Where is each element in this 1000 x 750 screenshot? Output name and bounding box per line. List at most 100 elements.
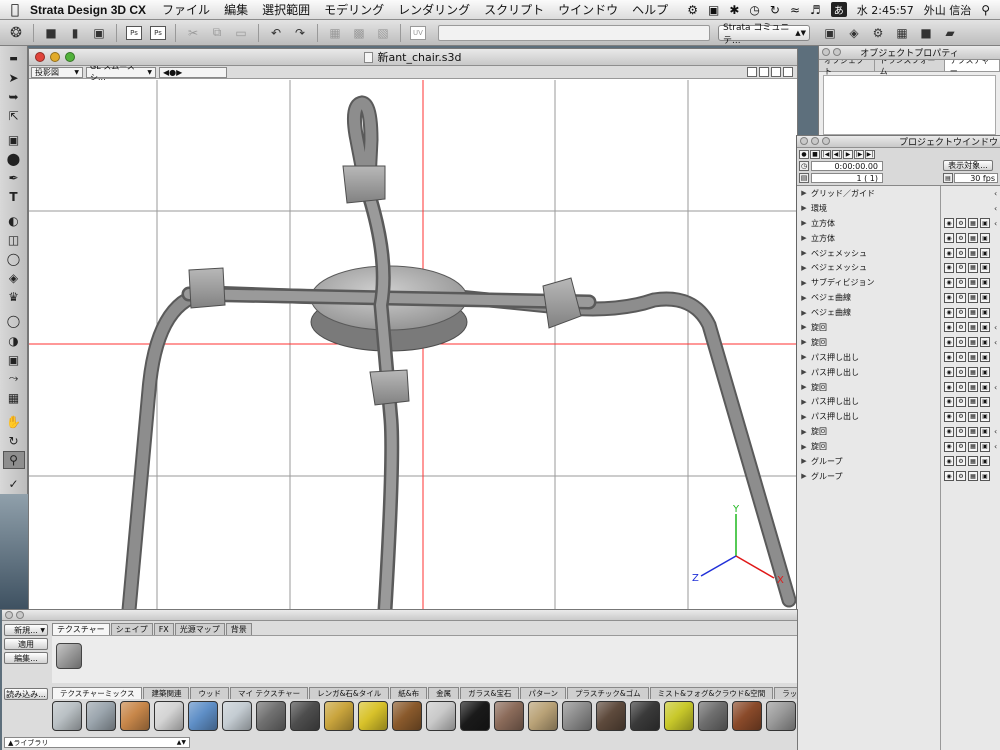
path-tool-icon[interactable]: ⤳: [3, 370, 25, 388]
texture-icon[interactable]: ▦: [968, 367, 978, 378]
lock-icon[interactable]: ⚙: [956, 322, 966, 333]
shading-icon[interactable]: ▣: [980, 396, 990, 407]
palette-icon[interactable]: ▦: [893, 24, 911, 42]
toolbar-search-field[interactable]: [438, 24, 710, 41]
resource-palette-titlebar[interactable]: [2, 610, 797, 621]
render-settings-icon[interactable]: ▣: [821, 24, 839, 42]
lock-icon[interactable]: ⚙: [956, 337, 966, 348]
shading-icon[interactable]: ▣: [980, 382, 990, 393]
tab-texture[interactable]: テクスチャー: [52, 623, 110, 635]
library-tab[interactable]: 紙&布: [390, 687, 428, 699]
disclosure-triangle-icon[interactable]: ▶: [797, 249, 811, 257]
shading-icon[interactable]: ▣: [980, 218, 990, 229]
texture-swatch[interactable]: [86, 701, 116, 731]
community-dropdown[interactable]: Strata コミュニテ... ▲▼: [718, 23, 810, 46]
ungroup-icon[interactable]: ▩: [350, 24, 368, 42]
chevron-left-icon[interactable]: ‹: [994, 427, 997, 436]
chevron-left-icon[interactable]: ‹: [994, 383, 997, 392]
visibility-icon[interactable]: ◉: [944, 456, 954, 467]
project-list-item[interactable]: ▶ グリッド／ガイド ‹: [797, 186, 1000, 201]
lock-icon[interactable]: ⚙: [956, 396, 966, 407]
shading-icon[interactable]: ▣: [980, 248, 990, 258]
document-titlebar[interactable]: 新ant_chair.s3d: [29, 49, 797, 66]
photoshop-export-icon[interactable]: Ps: [125, 24, 143, 42]
project-list-item[interactable]: ▶ パス押し出し ◉ ⚙ ▦ ▣: [797, 409, 1000, 424]
disclosure-triangle-icon[interactable]: ▶: [797, 443, 811, 451]
visibility-icon[interactable]: ◉: [944, 396, 954, 407]
apply-resource-button[interactable]: 適用: [4, 638, 48, 650]
project-list-item[interactable]: ▶ グループ ◉ ⚙ ▦ ▣: [797, 469, 1000, 484]
disclosure-triangle-icon[interactable]: ▶: [797, 279, 811, 287]
revolve-tool-icon[interactable]: ◯: [3, 250, 25, 268]
redo-icon[interactable]: ↷: [291, 24, 309, 42]
visibility-icon[interactable]: ◉: [944, 277, 954, 288]
lock-icon[interactable]: ⚙: [956, 471, 966, 482]
texture-icon[interactable]: ▦: [968, 322, 978, 333]
texture-swatch[interactable]: [494, 701, 524, 731]
texture-icon[interactable]: ▦: [968, 337, 978, 348]
texture-swatch[interactable]: [188, 701, 218, 731]
visibility-icon[interactable]: ◉: [944, 292, 954, 303]
shading-icon[interactable]: ▣: [980, 471, 990, 482]
lock-icon[interactable]: ⚙: [956, 426, 966, 437]
disclosure-triangle-icon[interactable]: ▶: [797, 264, 811, 272]
shading-icon[interactable]: ▣: [980, 337, 990, 348]
apple-menu-icon[interactable]: : [0, 2, 30, 18]
open-folder-icon[interactable]: ▮: [66, 24, 84, 42]
export-icon[interactable]: ■: [917, 24, 935, 42]
step-forward-icon[interactable]: |▶: [854, 150, 864, 159]
search-icon[interactable]: ⚲: [981, 3, 990, 17]
tab-transform[interactable]: トランスフォーム: [875, 56, 945, 76]
single-view-icon[interactable]: [759, 67, 769, 77]
texture-swatch[interactable]: [154, 701, 184, 731]
group-icon[interactable]: ▦: [326, 24, 344, 42]
close-button[interactable]: [5, 611, 13, 619]
texture-icon[interactable]: ▦: [968, 411, 978, 422]
display-target-button[interactable]: 表示対象...: [943, 160, 993, 171]
lock-icon[interactable]: ⚙: [956, 277, 966, 288]
visibility-icon[interactable]: ◉: [944, 382, 954, 393]
modeling-viewport[interactable]: Y X Z: [29, 80, 797, 610]
project-list-item[interactable]: ▶ 旋回 ◉ ⚙ ▦ ▣ ‹: [797, 439, 1000, 454]
sync-icon[interactable]: ↻: [770, 3, 780, 17]
step-back-icon[interactable]: ◀|: [832, 150, 842, 159]
new-resource-button[interactable]: 新規... ▼: [4, 624, 48, 636]
lock-icon[interactable]: ⚙: [956, 218, 966, 229]
tab-object[interactable]: オブジェクト: [819, 56, 875, 76]
frame-field[interactable]: 1 ( 1): [811, 173, 883, 183]
project-list-item[interactable]: ▶ グループ ◉ ⚙ ▦ ▣: [797, 454, 1000, 469]
go-start-icon[interactable]: |◀: [821, 150, 831, 159]
shading-icon[interactable]: ▣: [980, 441, 990, 452]
library-tab[interactable]: 建築関連: [143, 687, 190, 699]
library-tab[interactable]: プラスチック&ゴム: [566, 687, 649, 699]
disclosure-triangle-icon[interactable]: ▶: [797, 413, 811, 421]
menu-window[interactable]: ウインドウ: [558, 1, 618, 18]
chevron-left-icon[interactable]: ‹: [994, 323, 997, 332]
view-mode-select[interactable]: 投影図 ▼: [31, 66, 83, 78]
visibility-icon[interactable]: ◉: [944, 441, 954, 452]
display-icon[interactable]: ▣: [708, 3, 719, 17]
paste-icon[interactable]: ▭: [232, 24, 250, 42]
chevron-left-icon[interactable]: ‹: [994, 338, 997, 347]
menubar-clock[interactable]: 水 2:45:57: [857, 2, 914, 18]
text-tool-icon[interactable]: T: [3, 188, 25, 206]
disclosure-triangle-icon[interactable]: ▶: [797, 294, 811, 302]
lock-icon[interactable]: ⚙: [956, 352, 966, 363]
tab-texture[interactable]: テクスチャー: [944, 56, 1000, 76]
reshape-tool-icon[interactable]: ➥: [3, 88, 25, 106]
project-list-item[interactable]: ▶ パス押し出し ◉ ⚙ ▦ ▣: [797, 365, 1000, 380]
split-view-icon[interactable]: [771, 67, 781, 77]
lock-icon[interactable]: ⚙: [956, 307, 966, 318]
disclosure-triangle-icon[interactable]: ▶: [797, 457, 811, 465]
project-list-item[interactable]: ▶ 旋回 ◉ ⚙ ▦ ▣ ‹: [797, 380, 1000, 395]
scripts-icon[interactable]: ⚙: [687, 3, 698, 17]
texture-swatch[interactable]: [528, 701, 558, 731]
lock-icon[interactable]: ⚙: [956, 233, 966, 244]
align-icon[interactable]: ▧: [374, 24, 392, 42]
project-list-item[interactable]: ▶ サブディビジョン ◉ ⚙ ▦ ▣: [797, 275, 1000, 290]
close-button[interactable]: [822, 48, 830, 56]
visibility-icon[interactable]: ◉: [944, 426, 954, 437]
texture-icon[interactable]: ▦: [968, 382, 978, 393]
disclosure-triangle-icon[interactable]: ▶: [797, 383, 811, 391]
project-list-item[interactable]: ▶ 旋回 ◉ ⚙ ▦ ▣ ‹: [797, 335, 1000, 350]
